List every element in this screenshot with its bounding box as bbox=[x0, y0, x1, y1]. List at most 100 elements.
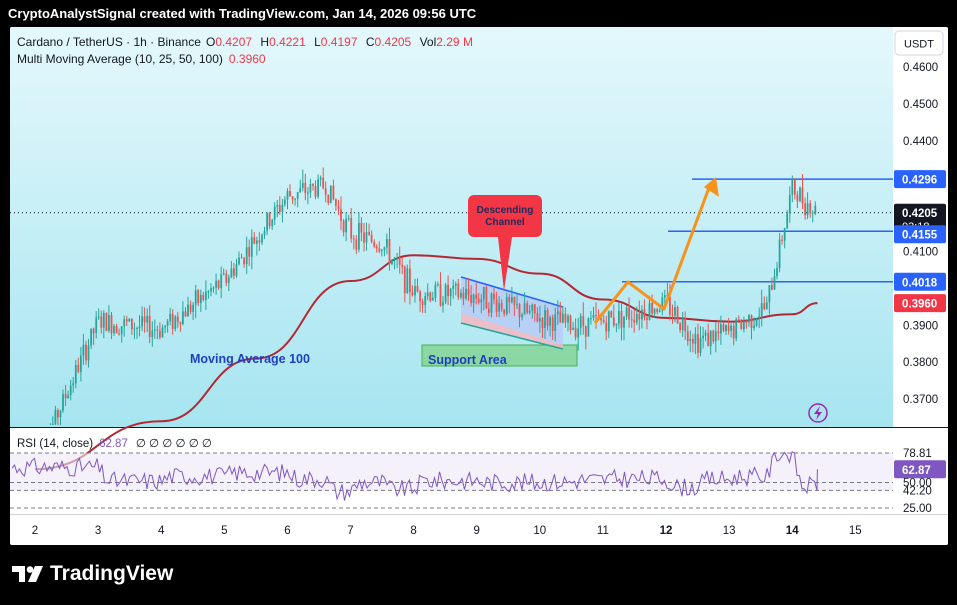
candle-body bbox=[332, 185, 335, 200]
candle-body bbox=[261, 234, 263, 243]
candle-body bbox=[511, 297, 513, 303]
candle-body bbox=[518, 304, 521, 318]
price-pane-background bbox=[10, 27, 893, 427]
candle-body bbox=[176, 316, 179, 322]
candle-body bbox=[562, 313, 564, 323]
candle-body bbox=[87, 345, 90, 361]
candle-body bbox=[240, 257, 243, 259]
candle-body bbox=[342, 220, 345, 233]
candle-body bbox=[324, 188, 327, 195]
price-tag-current-label: 0.4205 bbox=[902, 208, 938, 220]
candle-body bbox=[646, 317, 648, 320]
chart-caption: CryptoAnalystSignal created with Trading… bbox=[8, 6, 477, 21]
candle-body bbox=[549, 317, 551, 326]
candle-body bbox=[804, 203, 806, 216]
candle-body bbox=[431, 298, 434, 301]
candle-body bbox=[345, 218, 347, 233]
header-ohlc: O0.4207 H0.4221 L0.4197 C0.4205 Vol2.29 … bbox=[206, 35, 473, 49]
candle-body bbox=[426, 292, 429, 297]
candle-body bbox=[809, 203, 812, 214]
candle-body bbox=[676, 307, 679, 324]
candle-body bbox=[194, 290, 197, 305]
time-axis-tick: 11 bbox=[597, 525, 609, 537]
candle-body bbox=[365, 231, 368, 243]
candle-body bbox=[419, 291, 421, 302]
candle-body bbox=[90, 328, 92, 346]
candle-body bbox=[437, 284, 439, 286]
candle-body bbox=[641, 309, 643, 320]
candle-body bbox=[205, 291, 207, 300]
candle-body bbox=[97, 316, 100, 318]
candle-body bbox=[732, 325, 735, 339]
time-axis-tick: 4 bbox=[158, 525, 165, 537]
candle-body bbox=[294, 198, 296, 200]
candle-body bbox=[212, 287, 215, 289]
candle-body bbox=[161, 327, 164, 338]
candle-body bbox=[439, 284, 442, 306]
candle-body bbox=[541, 318, 544, 329]
candle-body bbox=[750, 315, 753, 329]
candle-body bbox=[477, 298, 480, 303]
candle-body bbox=[656, 309, 659, 312]
candle-body bbox=[416, 286, 419, 292]
rsi-legend: RSI (14, close) 62.87 ∅ ∅ ∅ ∅ ∅ ∅ bbox=[17, 438, 212, 450]
candle-body bbox=[674, 307, 676, 316]
time-axis-tick: 3 bbox=[95, 525, 101, 537]
candle-body bbox=[799, 187, 801, 202]
candle-body bbox=[684, 318, 687, 332]
candle-body bbox=[737, 319, 740, 321]
candle-body bbox=[663, 295, 666, 298]
candle-body bbox=[169, 313, 172, 322]
candle-body bbox=[296, 192, 299, 199]
price-axis-tick: 0.4100 bbox=[903, 247, 938, 259]
time-axis-tick: 6 bbox=[284, 525, 290, 537]
rsi-tag-current-label: 62.87 bbox=[902, 465, 931, 477]
candle-body bbox=[635, 313, 638, 323]
tradingview-footer[interactable]: TradingView bbox=[12, 562, 173, 586]
candle-body bbox=[615, 323, 618, 326]
candle-body bbox=[174, 316, 177, 329]
candle-body bbox=[449, 289, 452, 297]
candle-body bbox=[227, 277, 230, 283]
candle-body bbox=[220, 274, 223, 289]
candle-body bbox=[146, 315, 149, 323]
candle-body bbox=[373, 241, 376, 247]
candle-body bbox=[370, 234, 373, 242]
time-axis-tick: 13 bbox=[723, 525, 736, 537]
tradingview-brand: TradingView bbox=[50, 562, 174, 585]
candle-body bbox=[51, 423, 54, 425]
candle-body bbox=[590, 318, 592, 319]
candle-body bbox=[753, 325, 755, 329]
candle-body bbox=[794, 179, 796, 195]
candle-body bbox=[429, 292, 432, 301]
candle-body bbox=[643, 309, 646, 318]
candle-body bbox=[539, 318, 541, 322]
candle-body bbox=[136, 328, 138, 329]
time-axis-tick: 7 bbox=[347, 525, 353, 537]
candle-body bbox=[470, 295, 472, 303]
candle-body bbox=[748, 315, 750, 323]
candle-body bbox=[380, 249, 383, 252]
candle-body bbox=[768, 285, 771, 303]
candle-body bbox=[714, 331, 717, 342]
candle-body bbox=[421, 301, 424, 306]
candle-body bbox=[689, 339, 692, 342]
candle-body bbox=[281, 204, 284, 212]
candle-body bbox=[396, 257, 398, 260]
candle-body bbox=[505, 297, 508, 315]
candle-body bbox=[197, 290, 200, 304]
candle-body bbox=[92, 328, 95, 334]
candle-body bbox=[498, 302, 500, 312]
candle-body bbox=[391, 259, 393, 265]
candle-body bbox=[725, 325, 727, 332]
candle-body bbox=[623, 316, 625, 328]
candle-body bbox=[679, 323, 681, 331]
candle-body bbox=[222, 273, 225, 275]
candle-body bbox=[113, 325, 115, 334]
price-chart[interactable]: Support Area Moving Average 100 Descendi… bbox=[10, 27, 948, 545]
candle-body bbox=[268, 213, 271, 227]
candle-body bbox=[210, 288, 212, 292]
candle-body bbox=[584, 326, 587, 337]
price-axis-tick: 0.3900 bbox=[903, 320, 938, 332]
candle-body bbox=[233, 268, 235, 276]
